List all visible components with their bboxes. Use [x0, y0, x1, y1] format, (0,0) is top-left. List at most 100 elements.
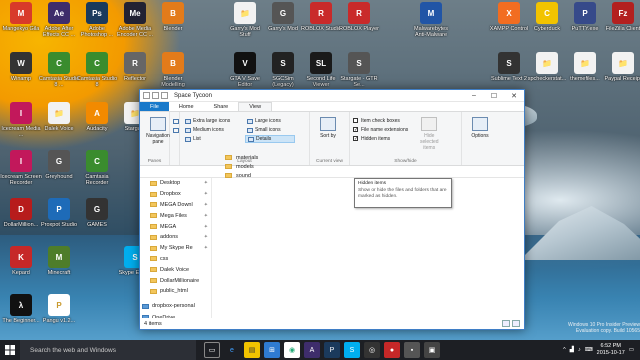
- file-item[interactable]: models: [225, 162, 258, 171]
- desktop-icon[interactable]: M Malwarebytes Anti-Malware: [410, 2, 452, 38]
- desktop-icon[interactable]: Me Adobe Media Encoder CC ...: [114, 2, 156, 38]
- details-pane-icon[interactable]: [173, 128, 179, 133]
- nav-item[interactable]: Mega Files ✦: [140, 210, 211, 221]
- nav-item[interactable]: dropbox-personal: [140, 301, 211, 312]
- desktop-icon[interactable]: M Minecraft: [38, 246, 80, 276]
- app-red-icon[interactable]: ●: [384, 342, 400, 358]
- nav-item[interactable]: Dropbox ✦: [140, 189, 211, 200]
- nav-item[interactable]: MEGA ✦: [140, 221, 211, 232]
- tray-chevron-icon[interactable]: ^: [563, 347, 566, 353]
- tab-file[interactable]: File: [140, 102, 169, 111]
- layout-small-icons[interactable]: Small icons: [245, 126, 295, 134]
- desktop-icon[interactable]: I Icecream Screen Recorder: [0, 150, 42, 186]
- layout-list[interactable]: List: [183, 135, 241, 143]
- desktop-icon[interactable]: 📁 spcheckerstat...: [526, 52, 568, 82]
- desktop-icon[interactable]: P Pangu v1.2...: [38, 294, 80, 324]
- desktop-icon[interactable]: V GTA V Save Editor: [224, 52, 266, 88]
- address-bar[interactable]: [140, 166, 524, 178]
- desktop-icon[interactable]: G GAMES: [76, 198, 118, 228]
- clock[interactable]: 6:52 PM 2015-10-17: [597, 343, 625, 357]
- desktop-icon[interactable]: K Kepard: [0, 246, 42, 276]
- skype-icon[interactable]: S: [344, 342, 360, 358]
- after-effects-icon[interactable]: A: [304, 342, 320, 358]
- close-icon[interactable]: ✕: [504, 90, 524, 102]
- task-view-icon[interactable]: ▭: [204, 342, 220, 358]
- hide-selected-items-button[interactable]: Hide selected items: [414, 115, 444, 157]
- desktop-icon[interactable]: Ae Adobe After Effects CC ...: [38, 2, 80, 38]
- quick-access-icon[interactable]: [143, 92, 150, 99]
- maximize-icon[interactable]: ☐: [484, 90, 504, 102]
- quick-access-check-icon[interactable]: [152, 92, 159, 99]
- desktop-icon[interactable]: SL Second Life Viewer: [300, 52, 342, 88]
- file-explorer-icon[interactable]: ▤: [244, 342, 260, 358]
- desktop-icon[interactable]: S Stargate - GTR Se...: [338, 52, 380, 88]
- layout-large-icons[interactable]: Large icons: [245, 117, 295, 125]
- tab-home[interactable]: Home: [169, 102, 204, 111]
- navigation-pane-button[interactable]: Navigation pane: [143, 117, 173, 145]
- nav-item[interactable]: public_html: [140, 286, 211, 297]
- preview-pane-icon[interactable]: [173, 119, 179, 124]
- volume-icon[interactable]: ♪: [578, 347, 581, 353]
- desktop-icon[interactable]: B Blender: [152, 2, 194, 32]
- desktop-icon[interactable]: λ The Beginner...: [0, 294, 42, 324]
- desktop-icon[interactable]: R ROBLOX Studio: [300, 2, 342, 32]
- desktop-icon[interactable]: W Winamp: [0, 52, 42, 82]
- nav-item[interactable]: MEGA Downl ✦: [140, 200, 211, 211]
- desktop-icon[interactable]: D DollarMillion...: [0, 198, 42, 228]
- nav-item[interactable]: css: [140, 254, 211, 265]
- file-name-extensions-checkbox[interactable]: ✓ File name extensions: [353, 125, 408, 134]
- taskbar-search-box[interactable]: Search the web and Windows: [20, 340, 196, 360]
- desktop-icon[interactable]: G Greyhound: [38, 150, 80, 180]
- start-button[interactable]: [0, 340, 20, 360]
- file-item[interactable]: sound: [225, 171, 258, 180]
- steam-icon[interactable]: ◎: [364, 342, 380, 358]
- desktop-icon[interactable]: M Mangekyo Gila: [0, 2, 42, 32]
- desktop-icon[interactable]: S SGCSim (Legacy): [262, 52, 304, 88]
- desktop-icon[interactable]: 📁 Dalek Voice: [38, 102, 80, 132]
- photoshop-icon[interactable]: P: [324, 342, 340, 358]
- desktop-icon[interactable]: Ps Adobe Photoshop ...: [76, 2, 118, 38]
- item-check-boxes-checkbox[interactable]: Item check boxes: [353, 116, 408, 125]
- nav-item[interactable]: addons ✦: [140, 232, 211, 243]
- desktop-icon[interactable]: 📁 Paypal Receipt: [602, 52, 640, 82]
- layout-details[interactable]: Details: [245, 135, 295, 143]
- desktop-icon[interactable]: C Camtasia Studio 8: [76, 52, 118, 88]
- layout-extra-large-icons[interactable]: Extra large icons: [183, 117, 241, 125]
- nav-item[interactable]: DollarMillionaire: [140, 275, 211, 286]
- desktop-icon[interactable]: A Audacity: [76, 102, 118, 132]
- layout-medium-icons[interactable]: Medium icons: [183, 126, 241, 134]
- desktop-icon[interactable]: G Garry's Mod: [262, 2, 304, 32]
- tab-view[interactable]: View: [238, 102, 273, 111]
- nav-item[interactable]: Desktop ✦: [140, 178, 211, 189]
- nav-item[interactable]: My Skype Re ✦: [140, 243, 211, 254]
- chrome-icon[interactable]: ◉: [284, 342, 300, 358]
- details-view-icon[interactable]: [502, 320, 510, 327]
- edge-icon[interactable]: e: [224, 342, 240, 358]
- quick-access-folder-icon[interactable]: [161, 92, 168, 99]
- tab-share[interactable]: Share: [204, 102, 239, 111]
- desktop-icon[interactable]: C Cyberduck: [526, 2, 568, 32]
- desktop-icon[interactable]: Fz FileZilla Client: [602, 2, 640, 32]
- network-icon[interactable]: ▟: [570, 347, 574, 353]
- keyboard-icon[interactable]: ⌨: [585, 347, 593, 353]
- large-icons-view-icon[interactable]: [512, 320, 520, 327]
- desktop-icon[interactable]: P PuTTY.exe: [564, 2, 606, 32]
- desktop-icon[interactable]: R ROBLOX Player: [338, 2, 380, 32]
- app-gray-icon[interactable]: ▪: [404, 342, 420, 358]
- hidden-items-checkbox[interactable]: ✓ Hidden items: [353, 134, 408, 143]
- minimize-icon[interactable]: –: [464, 90, 484, 102]
- notifications-icon[interactable]: ▭: [629, 347, 634, 353]
- nav-item[interactable]: Dalek Voice: [140, 264, 211, 275]
- desktop-icon[interactable]: 📁 themefiles...: [564, 52, 606, 82]
- store-icon[interactable]: ⊞: [264, 342, 280, 358]
- desktop-icon[interactable]: X XAMPP Control: [488, 2, 530, 32]
- desktop-icon[interactable]: C Camtasia Recorder: [76, 150, 118, 186]
- file-item[interactable]: materials: [225, 153, 258, 162]
- desktop-icon[interactable]: S Sublime Text 2: [488, 52, 530, 82]
- desktop-icon[interactable]: I Icecream Media ...: [0, 102, 42, 138]
- desktop-icon[interactable]: P Proxpot Studio: [38, 198, 80, 228]
- options-button[interactable]: Options: [465, 117, 495, 139]
- desktop-icon[interactable]: C Camtasia Studio 8 ...: [38, 52, 80, 88]
- sort-by-button[interactable]: Sort by: [313, 117, 343, 139]
- desktop-icon[interactable]: 📁 Garry's Mod Stuff: [224, 2, 266, 38]
